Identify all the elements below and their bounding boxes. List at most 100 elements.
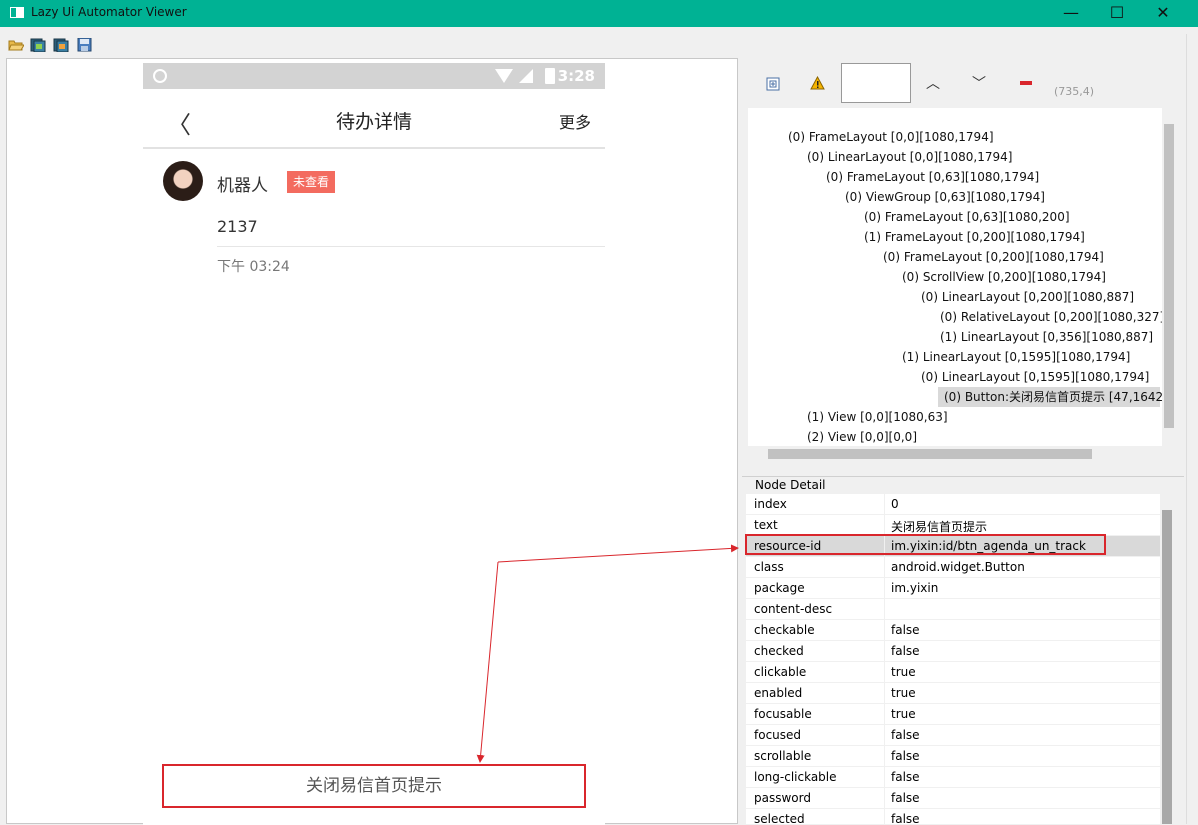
search-input[interactable]	[841, 63, 911, 103]
detail-key: focused	[754, 728, 802, 742]
chevron-down-icon[interactable]: ﹀	[972, 73, 986, 93]
tree-node[interactable]: (0) ViewGroup [0,63][1080,1794]	[845, 187, 1045, 207]
tree-toolbar: ︿ ﹀ (735,4)	[742, 58, 1184, 106]
status-badge: 未查看	[287, 171, 336, 193]
column-separator	[884, 620, 885, 641]
tree-node[interactable]: (1) LinearLayout [0,1595][1080,1794]	[902, 347, 1130, 367]
detail-row-text[interactable]: text 关闭易信首页提示	[746, 515, 1160, 536]
app-window: Lazy Ui Automator Viewer — ☐ ✕ 3:28 〈 待办…	[0, 0, 1198, 825]
detail-row-checkable[interactable]: checkable false	[746, 620, 1160, 641]
detail-key: index	[754, 497, 787, 511]
detail-row-selected[interactable]: selected false	[746, 809, 1160, 824]
detail-key: text	[754, 518, 778, 532]
inspector-pane: ︿ ﹀ (735,4) (0) FrameLayout [0,0][1080,1…	[742, 58, 1184, 824]
tree-node[interactable]: (1) View [0,0][1080,63]	[807, 407, 948, 427]
tree-node[interactable]: (0) LinearLayout [0,1595][1080,1794]	[921, 367, 1149, 387]
close-home-tip-button[interactable]: 关闭易信首页提示	[162, 764, 586, 808]
detail-row-checked[interactable]: checked false	[746, 641, 1160, 662]
device-screenshot-icon[interactable]	[30, 38, 46, 52]
message-timestamp: 下午 03:24	[217, 259, 290, 275]
column-separator	[884, 788, 885, 809]
tree-node[interactable]: (0) LinearLayout [0,0][1080,1794]	[807, 147, 1012, 167]
column-separator	[884, 641, 885, 662]
window-edge-strip	[1186, 34, 1198, 824]
detail-value: false	[891, 749, 920, 763]
window-title: Lazy Ui Automator Viewer	[31, 5, 187, 19]
detail-key: enabled	[754, 686, 803, 700]
app-header: 〈 待办详情 更多	[143, 89, 605, 149]
tree-node[interactable]: (0) FrameLayout [0,200][1080,1794]	[883, 247, 1104, 267]
detail-key: selected	[754, 812, 805, 824]
detail-value: false	[891, 623, 920, 637]
column-separator	[884, 494, 885, 515]
detail-value: 0	[891, 497, 899, 511]
detail-key: package	[754, 581, 805, 595]
tree-horizontal-scrollbar[interactable]	[748, 446, 1168, 462]
detail-row-focused[interactable]: focused false	[746, 725, 1160, 746]
detail-value: false	[891, 770, 920, 784]
tree-node[interactable]: (0) Button:关闭易信首页提示 [47,1642][	[938, 387, 1173, 407]
chevron-up-icon[interactable]: ︿	[926, 73, 940, 93]
detail-value: true	[891, 665, 916, 679]
device-screenshot-compressed-icon[interactable]	[53, 38, 69, 52]
tree-node[interactable]: (0) ScrollView [0,200][1080,1794]	[902, 267, 1106, 287]
device-screenshot-pane[interactable]: 3:28 〈 待办详情 更多 机器人 未查看 2137 下午 03:24 关闭易…	[6, 58, 738, 825]
detail-value: im.yixin	[891, 581, 939, 595]
tree-node[interactable]: (1) FrameLayout [0,200][1080,1794]	[864, 227, 1085, 247]
column-separator	[884, 578, 885, 599]
detail-row-scrollable[interactable]: scrollable false	[746, 746, 1160, 767]
detail-key: scrollable	[754, 749, 812, 763]
avatar	[163, 161, 203, 201]
column-separator	[884, 557, 885, 578]
status-bar: 3:28	[143, 63, 605, 89]
hierarchy-tree[interactable]: (0) FrameLayout [0,0][1080,1794] (0) Line…	[748, 108, 1173, 462]
tree-node[interactable]: (0) RelativeLayout [0,200][1080,327]	[940, 307, 1164, 327]
detail-key: checkable	[754, 623, 815, 637]
open-folder-icon[interactable]	[8, 38, 24, 52]
detail-row-content-desc[interactable]: content-desc	[746, 599, 1160, 620]
detail-row-index[interactable]: index 0	[746, 494, 1160, 515]
app-icon	[10, 7, 24, 18]
detail-row-enabled[interactable]: enabled true	[746, 683, 1160, 704]
detail-row-package[interactable]: package im.yixin	[746, 578, 1160, 599]
detail-row-password[interactable]: password false	[746, 788, 1160, 809]
detail-vertical-scrollbar[interactable]	[1160, 494, 1174, 824]
phone-screen[interactable]: 3:28 〈 待办详情 更多 机器人 未查看 2137 下午 03:24 关闭易…	[143, 63, 605, 825]
tree-node[interactable]: (0) LinearLayout [0,200][1080,887]	[921, 287, 1134, 307]
coordinate-readout: (735,4)	[1054, 85, 1095, 98]
tree-node[interactable]: (2) View [0,0][0,0]	[807, 427, 917, 447]
tree-node[interactable]: (0) FrameLayout [0,63][1080,1794]	[826, 167, 1039, 187]
detail-row-clickable[interactable]: clickable true	[746, 662, 1160, 683]
node-detail-label: Node Detail	[752, 478, 829, 492]
column-separator	[884, 767, 885, 788]
close-window-button[interactable]: ✕	[1140, 0, 1186, 27]
remove-icon[interactable]	[1020, 81, 1032, 85]
main-toolbar	[0, 34, 1198, 56]
detail-row-class[interactable]: class android.widget.Button	[746, 557, 1160, 578]
detail-key: long-clickable	[754, 770, 837, 784]
more-button[interactable]: 更多	[559, 109, 591, 133]
detail-value: true	[891, 686, 916, 700]
tree-node[interactable]: (0) FrameLayout [0,0][1080,1794]	[788, 127, 994, 147]
detail-key: password	[754, 791, 811, 805]
save-icon[interactable]	[77, 38, 93, 52]
detail-row-long-clickable[interactable]: long-clickable false	[746, 767, 1160, 788]
detail-key: content-desc	[754, 602, 833, 616]
column-separator	[884, 515, 885, 536]
tree-node[interactable]: (1) LinearLayout [0,356][1080,887]	[940, 327, 1153, 347]
notification-dot-icon	[153, 69, 167, 83]
battery-icon	[545, 68, 555, 84]
column-separator	[884, 809, 885, 824]
detail-value: android.widget.Button	[891, 560, 1025, 574]
minimize-button[interactable]: —	[1048, 0, 1094, 27]
tree-vertical-scrollbar[interactable]	[1162, 108, 1176, 446]
message-text: 2137	[217, 217, 258, 236]
expand-all-icon[interactable]	[766, 77, 780, 91]
detail-key: clickable	[754, 665, 807, 679]
warning-icon[interactable]	[810, 76, 825, 90]
detail-value: 关闭易信首页提示	[891, 520, 988, 534]
maximize-button[interactable]: ☐	[1094, 0, 1140, 27]
detail-row-focusable[interactable]: focusable true	[746, 704, 1160, 725]
tree-node[interactable]: (0) FrameLayout [0,63][1080,200]	[864, 207, 1070, 227]
column-separator	[884, 704, 885, 725]
